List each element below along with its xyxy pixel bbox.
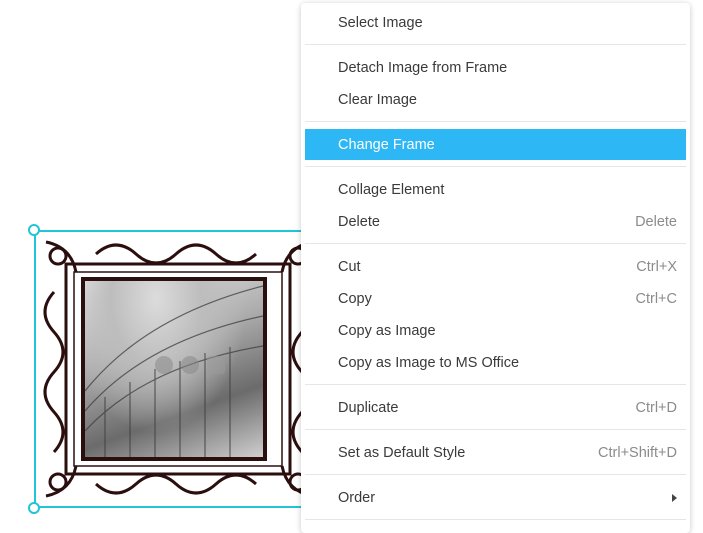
- framed-image-element[interactable]: [28, 224, 324, 514]
- menu-separator: [305, 121, 686, 122]
- menu-separator: [305, 384, 686, 385]
- menu-item-label: Detach Image from Frame: [338, 59, 508, 76]
- menu-item-label: Copy as Image to MS Office: [338, 354, 520, 371]
- context-menu: Select Image Detach Image from Frame Cle…: [301, 3, 690, 533]
- menu-item-cut[interactable]: Cut Ctrl+X: [305, 251, 686, 282]
- menu-item-label: Copy as Image: [338, 322, 436, 339]
- menu-item-label: Order: [338, 489, 376, 506]
- menu-item-shortcut: Ctrl+D: [635, 399, 678, 416]
- menu-item-detach-image[interactable]: Detach Image from Frame: [305, 52, 686, 83]
- menu-item-label: Change Frame: [338, 136, 435, 153]
- menu-separator: [305, 166, 686, 167]
- resize-handle-top-left[interactable]: [28, 224, 40, 236]
- menu-item-label: Delete: [338, 213, 380, 230]
- menu-item-select-image[interactable]: Select Image: [305, 7, 686, 38]
- menu-item-label: Copy: [338, 290, 372, 307]
- menu-item-copy[interactable]: Copy Ctrl+C: [305, 283, 686, 314]
- menu-item-change-frame[interactable]: Change Frame: [305, 129, 686, 160]
- menu-separator: [305, 429, 686, 430]
- menu-item-label: Select Image: [338, 14, 423, 31]
- menu-item-label: Clear Image: [338, 91, 417, 108]
- menu-item-shortcut: Ctrl+Shift+D: [598, 444, 677, 461]
- menu-separator: [305, 44, 686, 45]
- menu-separator: [305, 474, 686, 475]
- menu-item-order[interactable]: Order: [305, 482, 686, 513]
- menu-item-label: Collage Element: [338, 181, 445, 198]
- menu-item-clear-image[interactable]: Clear Image: [305, 84, 686, 115]
- menu-item-shortcut: Ctrl+X: [636, 258, 677, 275]
- menu-item-copy-as-image-ms-office[interactable]: Copy as Image to MS Office: [305, 347, 686, 378]
- menu-item-label: Cut: [338, 258, 361, 275]
- selection-box: [34, 230, 324, 508]
- menu-separator: [305, 519, 686, 520]
- menu-item-duplicate[interactable]: Duplicate Ctrl+D: [305, 392, 686, 423]
- menu-item-label: Set as Default Style: [338, 444, 466, 461]
- menu-item-shortcut: Ctrl+C: [635, 290, 678, 307]
- chevron-right-icon: [672, 493, 677, 502]
- resize-handle-bottom-left[interactable]: [28, 502, 40, 514]
- menu-item-delete[interactable]: Delete Delete: [305, 206, 686, 237]
- menu-item-collage-element[interactable]: Collage Element: [305, 174, 686, 205]
- menu-item-set-default-style[interactable]: Set as Default Style Ctrl+Shift+D: [305, 437, 686, 468]
- menu-item-shortcut: Delete: [635, 213, 677, 230]
- menu-item-copy-as-image[interactable]: Copy as Image: [305, 315, 686, 346]
- menu-item-label: Duplicate: [338, 399, 399, 416]
- menu-separator: [305, 243, 686, 244]
